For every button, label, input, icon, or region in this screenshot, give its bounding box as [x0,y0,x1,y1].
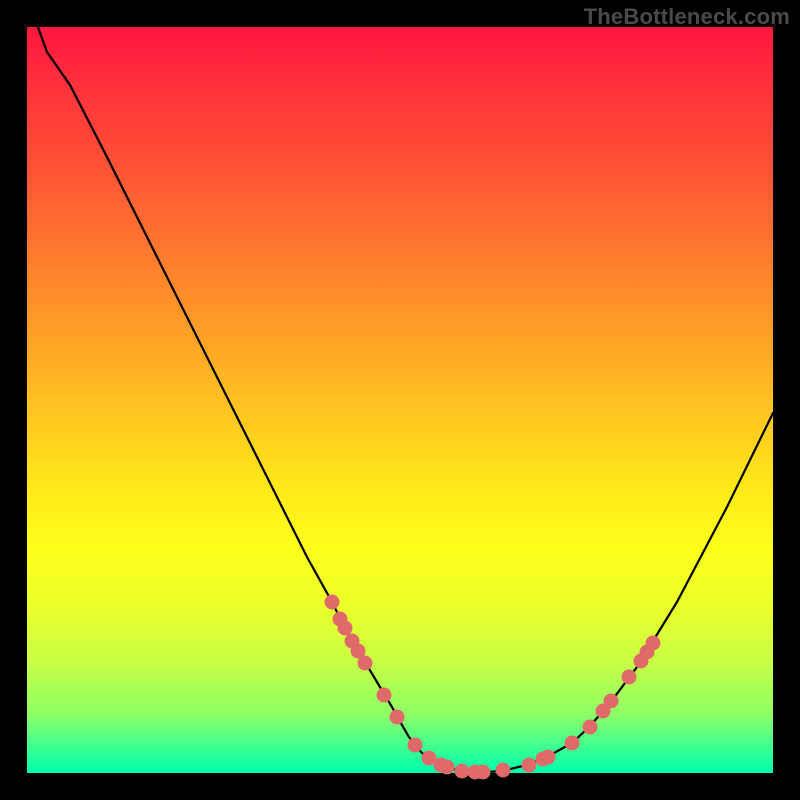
curve-marker [455,764,470,779]
curve-marker [604,694,619,709]
curve-marker [565,736,580,751]
curve-marker [358,656,373,671]
curve-marker [325,595,340,610]
curve-marker [390,710,405,725]
curve-marker [476,765,491,780]
curve-layer [27,27,773,773]
watermark-text: TheBottleneck.com [584,4,790,30]
curve-marker [377,688,392,703]
bottleneck-curve [27,0,773,772]
curve-marker [646,636,661,651]
curve-marker [522,758,537,773]
curve-marker [496,763,511,778]
curve-marker [583,720,598,735]
curve-marker [338,621,353,636]
marker-group [325,595,661,780]
curve-marker [440,760,455,775]
chart-frame: TheBottleneck.com [0,0,800,800]
curve-marker [622,670,637,685]
curve-marker [541,750,556,765]
curve-marker [408,738,423,753]
